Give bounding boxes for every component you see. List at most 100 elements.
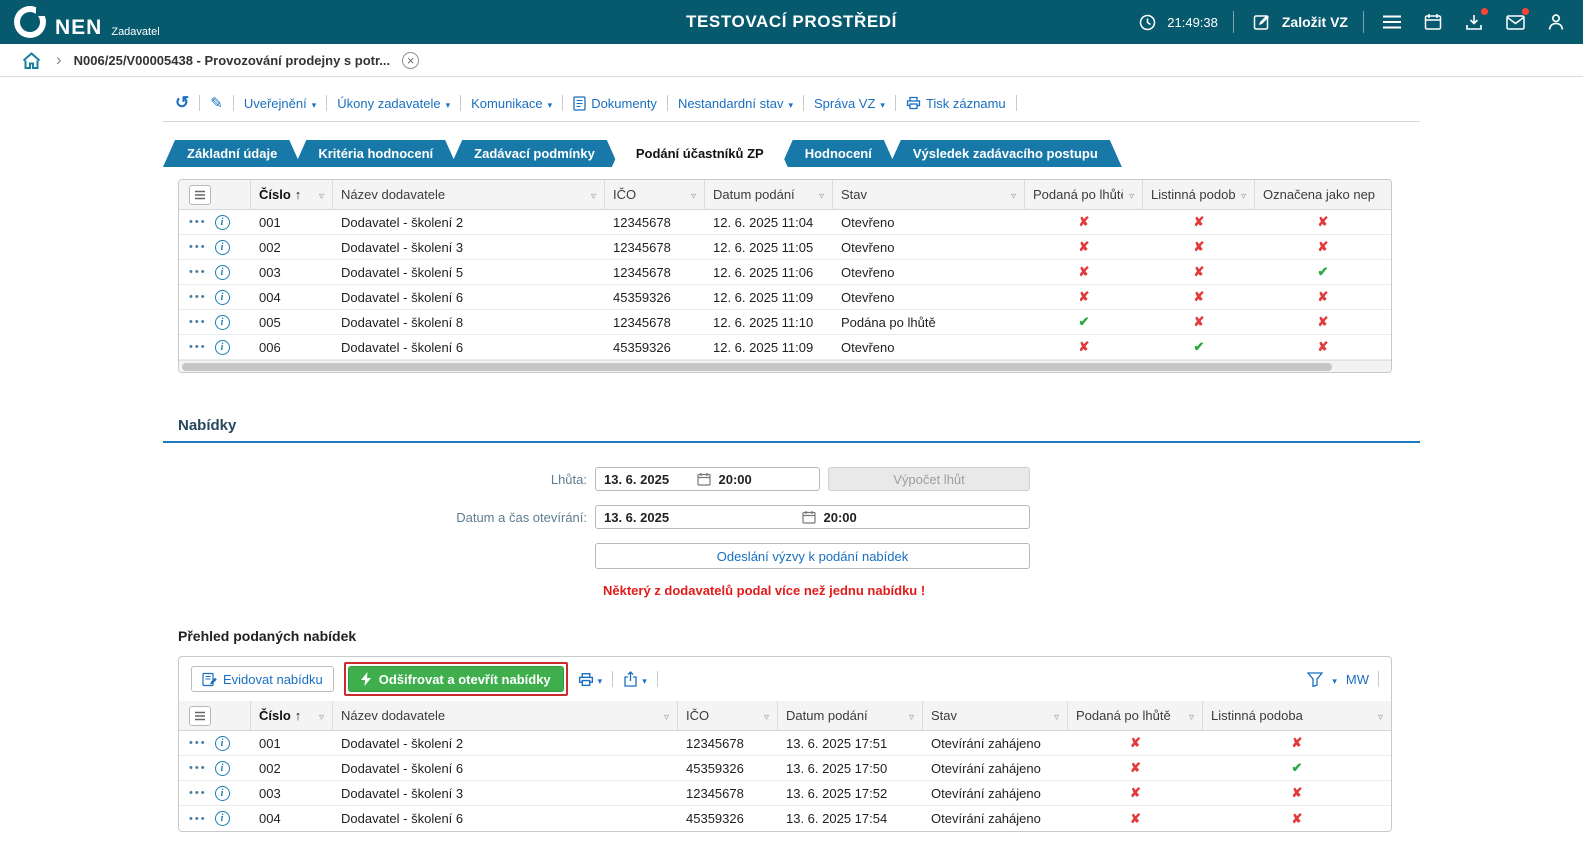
otevirani-date-value[interactable]: 13. 6. 2025 (604, 510, 802, 525)
export-dropdown[interactable] (623, 671, 647, 687)
menu-uverejneni[interactable]: Uveřejnění (244, 96, 316, 111)
filter-icon[interactable] (313, 708, 324, 723)
row-info-icon[interactable] (215, 340, 230, 355)
filter-icon[interactable] (813, 187, 824, 202)
filter-icon[interactable] (585, 187, 596, 202)
menu-icon[interactable] (1379, 9, 1405, 35)
tab-zakladni-udaje[interactable]: Základní údaje (163, 140, 301, 167)
vypocet-lhut-button[interactable]: Výpočet lhůt (828, 467, 1030, 491)
mw-view-toggle[interactable]: MW (1346, 672, 1369, 687)
row-menu-icon[interactable] (189, 762, 207, 774)
print-dropdown[interactable] (578, 672, 603, 687)
col-ico[interactable]: IČO (678, 701, 778, 730)
col-podana-po-lhute[interactable]: Podaná po lhůtě (1068, 701, 1203, 730)
chevron-down-icon[interactable] (1332, 672, 1337, 687)
user-icon[interactable] (1543, 9, 1569, 35)
filter-funnel-icon[interactable] (1307, 672, 1323, 687)
menu-nestandardni-stav[interactable]: Nestandardní stav (678, 96, 793, 111)
col-nazev-dodavatele[interactable]: Název dodavatele (333, 180, 605, 209)
table-row[interactable]: 002 Dodavatel - školení 6 45359326 13. 6… (179, 756, 1391, 781)
table-row[interactable]: 003 Dodavatel - školení 3 12345678 13. 6… (179, 781, 1391, 806)
row-menu-icon[interactable] (189, 787, 207, 799)
filter-icon[interactable] (1005, 187, 1016, 202)
table-row[interactable]: 001 Dodavatel - školení 2 12345678 13. 6… (179, 731, 1391, 756)
row-info-icon[interactable] (215, 786, 230, 801)
filter-icon[interactable] (313, 187, 324, 202)
home-icon[interactable] (18, 47, 44, 73)
col-datum-podani[interactable]: Datum podání (778, 701, 923, 730)
tab-podani-ucastniku-zp[interactable]: Podání účastníků ZP (612, 140, 788, 167)
row-info-icon[interactable] (215, 761, 230, 776)
menu-komunikace[interactable]: Komunikace (471, 96, 552, 111)
row-info-icon[interactable] (215, 240, 230, 255)
col-podana-po-lhute[interactable]: Podaná po lhůtě (1025, 180, 1143, 209)
column-settings-icon[interactable] (189, 706, 211, 726)
row-menu-icon[interactable] (189, 291, 207, 303)
otevirani-time-value[interactable]: 20:00 (816, 510, 1022, 525)
close-icon[interactable] (402, 52, 419, 69)
filter-icon[interactable] (658, 708, 669, 723)
table-row[interactable]: 001 Dodavatel - školení 2 12345678 12. 6… (179, 210, 1391, 235)
table-row[interactable]: 004 Dodavatel - školení 6 45359326 13. 6… (179, 806, 1391, 831)
col-cislo[interactable]: Číslo (251, 701, 333, 730)
back-icon[interactable] (175, 93, 189, 113)
row-info-icon[interactable] (215, 290, 230, 305)
menu-sprava-vz[interactable]: Správa VZ (814, 96, 885, 111)
row-info-icon[interactable] (215, 736, 230, 751)
table-row[interactable]: 006 Dodavatel - školení 6 45359326 12. 6… (179, 335, 1391, 360)
row-menu-icon[interactable] (189, 241, 207, 253)
tab-kriteria-hodnoceni[interactable]: Kritéria hodnocení (294, 140, 457, 167)
otevirani-datetime-field[interactable]: 13. 6. 2025 20:00 (595, 505, 1030, 529)
table-row[interactable]: 005 Dodavatel - školení 8 12345678 12. 6… (179, 310, 1391, 335)
col-cislo[interactable]: Číslo (251, 180, 333, 209)
tab-vysledek-zadavaciho-postupu[interactable]: Výsledek zadávacího postupu (889, 140, 1122, 167)
edit-icon[interactable] (210, 94, 223, 112)
col-oznacena-jako-nepodana[interactable]: Označena jako nep (1255, 180, 1391, 209)
tab-zadavaci-podminky[interactable]: Zadávací podmínky (450, 140, 619, 167)
lhuta-date-value[interactable]: 13. 6. 2025 (604, 472, 697, 487)
breadcrumb-item[interactable]: N006/25/V00005438 - Provozování prodejny… (74, 53, 390, 68)
lhuta-time-value[interactable]: 20:00 (711, 472, 812, 487)
create-vz-button[interactable]: Založit VZ (1249, 9, 1348, 35)
table-row[interactable]: 004 Dodavatel - školení 6 45359326 12. 6… (179, 285, 1391, 310)
col-listinna-podoba[interactable]: Listinná podoba (1143, 180, 1255, 209)
filter-icon[interactable] (758, 708, 769, 723)
calendar-icon[interactable] (1420, 9, 1446, 35)
scrollbar-thumb[interactable] (182, 363, 1332, 371)
row-info-icon[interactable] (215, 315, 230, 330)
download-icon[interactable] (1461, 9, 1487, 35)
filter-icon[interactable] (1048, 708, 1059, 723)
odeslani-vyzvy-button[interactable]: Odeslání výzvy k podání nabídek (595, 543, 1030, 569)
col-datum-podani[interactable]: Datum podání (705, 180, 833, 209)
row-menu-icon[interactable] (189, 216, 207, 228)
filter-icon[interactable] (685, 187, 696, 202)
row-menu-icon[interactable] (189, 737, 207, 749)
col-stav[interactable]: Stav (923, 701, 1068, 730)
row-menu-icon[interactable] (189, 266, 207, 278)
row-menu-icon[interactable] (189, 813, 207, 825)
evidovat-nabidku-button[interactable]: Evidovat nabídku (191, 666, 334, 692)
mail-icon[interactable] (1502, 9, 1528, 35)
horizontal-scrollbar[interactable] (179, 360, 1391, 372)
filter-icon[interactable] (1235, 187, 1246, 202)
filter-icon[interactable] (1372, 708, 1383, 723)
menu-dokumenty[interactable]: Dokumenty (573, 96, 657, 111)
row-info-icon[interactable] (215, 265, 230, 280)
row-info-icon[interactable] (215, 811, 230, 826)
table-row[interactable]: 002 Dodavatel - školení 3 12345678 12. 6… (179, 235, 1391, 260)
menu-ukony-zadavatele[interactable]: Úkony zadavatele (337, 96, 450, 111)
col-ico[interactable]: IČO (605, 180, 705, 209)
lhuta-datetime-field[interactable]: 13. 6. 2025 20:00 (595, 467, 820, 491)
row-menu-icon[interactable] (189, 316, 207, 328)
nen-logo[interactable]: NEN Zadavatel (14, 6, 160, 38)
col-stav[interactable]: Stav (833, 180, 1025, 209)
filter-icon[interactable] (1123, 187, 1134, 202)
filter-icon[interactable] (1183, 708, 1194, 723)
row-menu-icon[interactable] (189, 341, 207, 353)
col-listinna-podoba[interactable]: Listinná podoba (1203, 701, 1391, 730)
row-info-icon[interactable] (215, 215, 230, 230)
menu-tisk-zaznamu[interactable]: Tisk záznamu (906, 96, 1006, 111)
filter-icon[interactable] (903, 708, 914, 723)
col-nazev-dodavatele[interactable]: Název dodavatele (333, 701, 678, 730)
odsifrovat-button[interactable]: Odšifrovat a otevřít nabídky (348, 666, 564, 692)
